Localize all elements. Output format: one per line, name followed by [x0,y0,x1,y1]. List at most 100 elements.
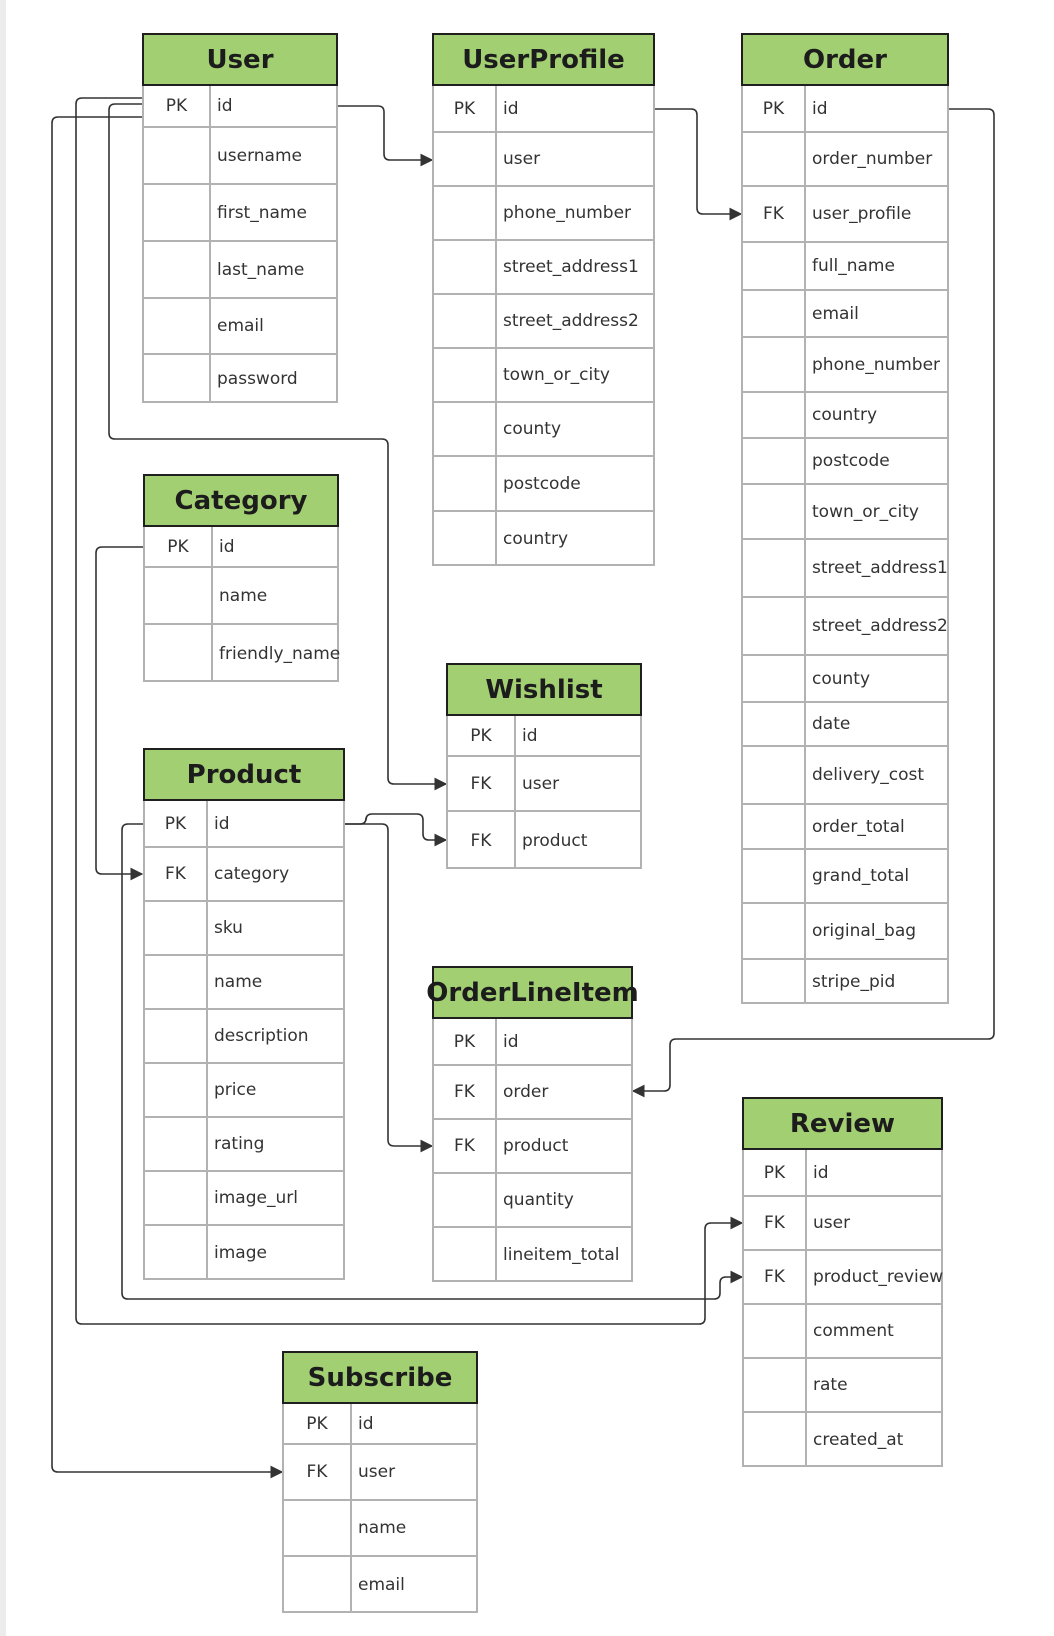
field-row: created_at [744,1413,941,1467]
key-cell: FK [454,1136,475,1156]
field-row: town_or_city [434,349,653,403]
field-row: grand_total [743,850,947,904]
field-name: product [495,1120,631,1172]
field-name: product [514,812,640,869]
field-row: email [284,1557,476,1613]
field-name: id [514,716,640,755]
field-name: order [495,1066,631,1118]
key-cell [145,1226,206,1280]
key-cell: PK [763,1162,786,1183]
field-row: delivery_cost [743,747,947,805]
field-row: FK user [284,1445,476,1501]
key-cell [743,291,804,336]
field-name: id [211,527,337,566]
field-name: user [350,1445,476,1499]
field-name: id [350,1404,476,1443]
field-name: rate [805,1359,941,1411]
field-row: country [434,512,653,566]
key-cell: FK [470,773,492,794]
key-cell [743,243,804,289]
key-cell [284,1501,350,1555]
entity-fields: PK id user phone_number street_address1 stree… [432,86,655,566]
field-name: street_address1 [804,540,948,596]
field-row: town_or_city [743,485,947,540]
key-cell: FK [165,864,186,884]
entity-title: Product [143,748,345,801]
key-cell [145,625,211,682]
key-cell: FK [764,1267,785,1287]
entity-title: Order [741,33,949,86]
key-cell [743,805,804,848]
field-row: FK product [448,812,640,869]
field-row: PK id [144,86,336,128]
field-row: FK user [448,757,640,812]
field-name: comment [805,1305,941,1357]
field-row: username [144,128,336,185]
field-row: email [144,299,336,355]
entity-orderlineitem: OrderLineItem PK id FK order FK product quantit… [426,966,639,1282]
field-row: FK user [744,1197,941,1251]
key-cell [434,295,495,347]
field-row: FK product_review [744,1251,943,1305]
field-name: stripe_pid [804,960,947,1004]
entity-title: Wishlist [446,663,642,716]
field-name: category [206,848,343,900]
field-name: full_name [804,243,947,289]
entity-title: Review [742,1097,943,1150]
key-cell [743,703,804,745]
field-name: order_total [804,805,947,848]
key-cell [743,960,804,1004]
field-row: name [284,1501,476,1557]
field-row: PK id [448,716,640,757]
field-row: quantity [434,1174,631,1228]
key-cell [743,598,804,654]
field-name: delivery_cost [804,747,947,803]
field-row: FK category [145,848,343,902]
field-name: county [804,656,947,701]
key-cell [743,904,804,958]
key-cell [284,1557,350,1613]
field-name: name [211,568,337,623]
field-name: email [209,299,336,353]
field-row: last_name [144,242,336,299]
key-cell [434,1174,495,1226]
field-name: image_url [206,1172,343,1224]
key-cell [434,403,495,455]
field-name: phone_number [804,338,947,391]
field-name: id [804,86,947,131]
key-cell [434,512,495,566]
key-cell: PK [306,1413,328,1434]
field-row: PK id [434,1019,631,1066]
key-cell [743,656,804,701]
key-cell [434,187,495,239]
field-row: password [144,355,336,403]
field-row: comment [744,1305,941,1359]
field-row: rate [744,1359,941,1413]
key-cell [434,1228,495,1282]
entity-order: Order PK id order_number FK user_profile full_… [741,33,949,1004]
field-row: FK user_profile [743,187,947,243]
key-cell [743,133,804,185]
key-cell [145,1010,206,1062]
key-cell [744,1359,805,1411]
field-name: password [209,355,336,403]
entity-category: Category PK id name friendly_name [143,474,340,682]
key-cell [144,299,209,353]
field-row: FK product [434,1120,631,1174]
field-row: rating [145,1118,343,1172]
field-name: user [514,757,640,810]
entity-user: User PK id username first_name last_name email… [142,33,338,403]
field-row: lineitem_total [434,1228,631,1282]
key-cell: PK [453,98,476,119]
key-cell [743,338,804,391]
field-name: id [209,86,336,126]
key-cell [145,902,206,954]
field-name: product_review [805,1251,943,1303]
field-row: order_number [743,133,947,187]
key-cell [145,568,211,623]
key-cell: FK [454,1082,475,1102]
entity-title: OrderLineItem [426,966,639,1019]
connector-product-orderlineitem [345,823,434,1153]
field-row: image [145,1226,343,1280]
field-row: street_address1 [743,540,948,598]
